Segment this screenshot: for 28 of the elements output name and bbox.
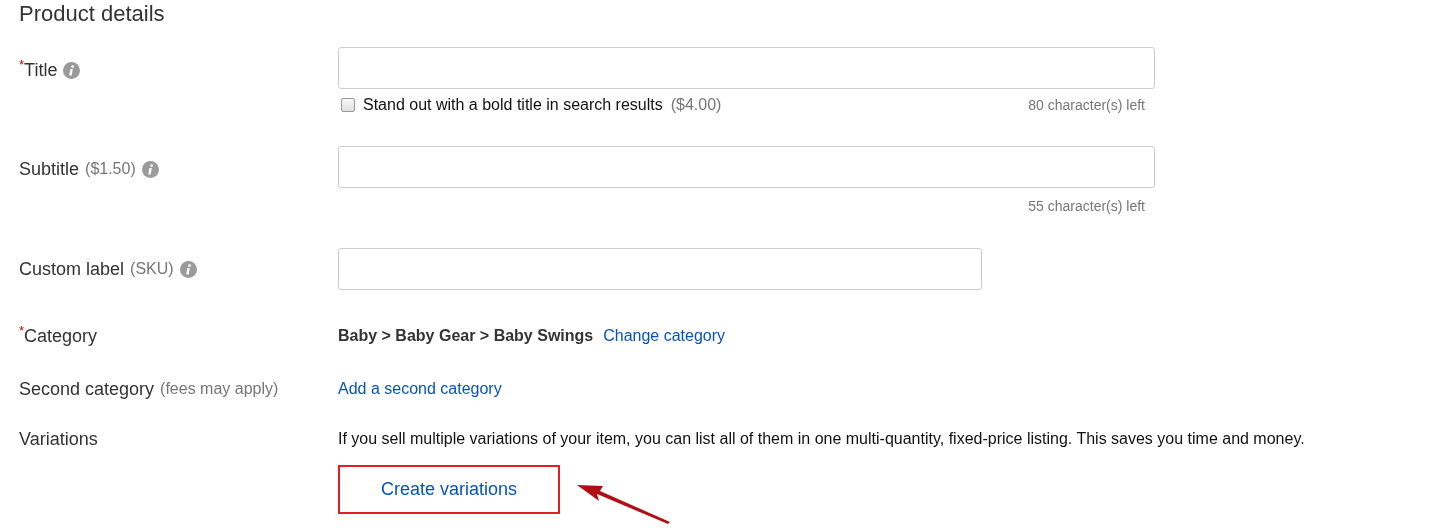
field-label: Category xyxy=(24,325,98,348)
checkbox[interactable] xyxy=(341,98,355,112)
required-mark: * xyxy=(19,58,25,72)
add-category-link[interactable]: Add a second category xyxy=(338,380,502,398)
change-category-link[interactable]: Change category xyxy=(603,327,726,345)
field-note: ($1.50) xyxy=(85,160,136,178)
text-field[interactable] xyxy=(338,146,1155,188)
price-note: ($4.00) xyxy=(670,96,722,114)
checkbox-label: Stand out with a bold title in search results xyxy=(363,96,663,114)
field-note: (fees may apply) xyxy=(160,380,279,398)
field-label: Second category xyxy=(19,378,155,401)
category-path: Baby > Baby Gear > Baby Swings xyxy=(338,327,594,345)
info-icon[interactable] xyxy=(179,260,197,278)
text-field[interactable] xyxy=(338,248,982,290)
character-counter: 55 character(s) left xyxy=(1028,198,1145,214)
field-label: Title xyxy=(24,59,58,82)
character-counter: 80 character(s) left xyxy=(1028,97,1145,113)
field-label: Custom label xyxy=(19,258,125,281)
field-label: Variations xyxy=(19,428,98,451)
info-icon[interactable] xyxy=(63,61,81,79)
info-icon[interactable] xyxy=(141,160,159,178)
field-note: (SKU) xyxy=(130,260,174,278)
required-mark: * xyxy=(19,324,25,338)
section-heading: Product details xyxy=(19,0,166,28)
variations-description: If you sell multiple variations of your item, you can list all of them in one multi-quantity, fixed-price listing. This saves you time and money. xyxy=(338,429,1305,449)
text-field[interactable] xyxy=(338,47,1155,89)
field-label: Subtitle xyxy=(19,158,80,181)
create-variations-button[interactable]: Create variations xyxy=(338,465,560,514)
